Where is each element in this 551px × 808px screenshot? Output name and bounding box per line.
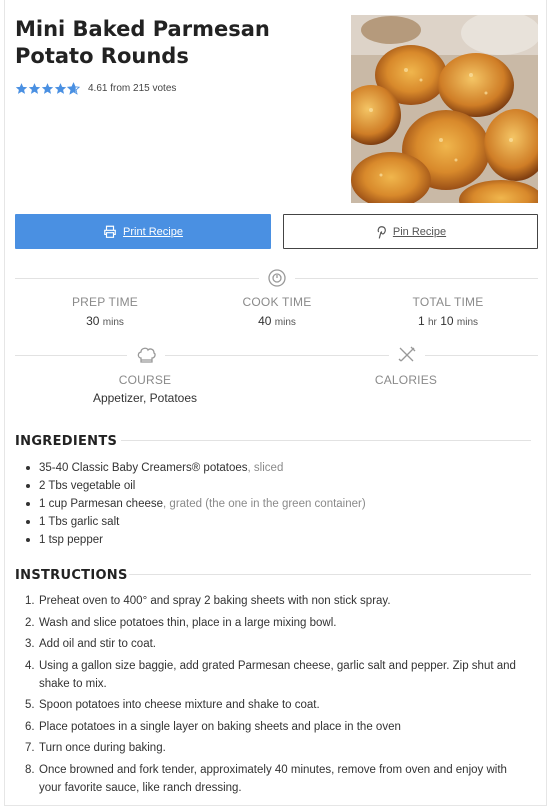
list-item: 5. Spoon potatoes into cheese mixture and… <box>25 696 525 714</box>
total-time-hours-unit: hr <box>427 317 437 328</box>
cook-time-value: 40 mins <box>227 314 327 328</box>
timer-icon <box>268 269 286 287</box>
list-item: 6. Place potatoes in a single layer on ba… <box>25 718 525 736</box>
step-text: Turn once during baking. <box>39 742 166 754</box>
cook-time-unit: mins <box>274 317 296 328</box>
rating-text: 4.61 from 215 votes <box>88 83 177 94</box>
course-value: Appetizer, Potatoes <box>92 391 198 405</box>
total-time-minutes-unit: mins <box>456 317 479 328</box>
list-item: 1 tsp pepper <box>26 531 366 549</box>
recipe-photo <box>351 15 538 203</box>
rating-stars[interactable] <box>15 82 80 95</box>
list-item: 35-40 Classic Baby Creamers® potatoes, s… <box>26 459 366 477</box>
pin-recipe-label: Pin Recipe <box>392 225 447 238</box>
list-item: 1 cup Parmesan cheese, grated (the one i… <box>26 495 366 513</box>
print-recipe-label: Print Recipe <box>123 225 183 238</box>
step-number: 3. <box>25 638 35 650</box>
chef-hat-icon <box>137 347 156 363</box>
instructions-heading: INSTRUCTIONS <box>15 568 128 583</box>
list-item: 3. Add oil and stir to coat. <box>25 635 525 653</box>
prep-time-number: 30 <box>86 314 100 328</box>
divider <box>295 278 538 279</box>
instructions-list: 1. Preheat oven to 400° and spray 2 bakin… <box>25 592 525 800</box>
divider <box>15 355 127 356</box>
step-text: Using a gallon size baggie, add grated P… <box>39 659 516 690</box>
step-number: 1. <box>25 595 35 607</box>
step-text: Wash and slice potatoes thin, place in a… <box>39 616 337 629</box>
step-number: 4. <box>25 659 35 672</box>
divider <box>165 355 389 356</box>
step-text: Place potatoes in a single layer on baki… <box>39 720 401 733</box>
step-number: 2. <box>25 616 35 629</box>
print-recipe-button[interactable]: Print Recipe <box>15 214 271 249</box>
recipe-title: Mini Baked Parmesan Potato Rounds <box>15 17 270 68</box>
step-number: 7. <box>25 742 35 754</box>
star-icon[interactable] <box>15 82 28 95</box>
list-item: 8. Once browned and fork tender, approxim… <box>25 761 525 797</box>
list-item: 1. Preheat oven to 400° and spray 2 bakin… <box>25 592 525 610</box>
list-item: 2. Wash and slice potatoes thin, place in… <box>25 614 525 632</box>
star-icon[interactable] <box>54 82 67 95</box>
ingredient-name: 2 Tbs vegetable oil <box>39 480 136 492</box>
prep-time-unit: mins <box>102 317 124 328</box>
star-half-icon[interactable] <box>67 82 80 95</box>
total-time-value: 1 hr 10 mins <box>388 314 508 328</box>
pin-recipe-button[interactable]: Pin Recipe <box>283 214 538 249</box>
list-item: 7. Turn once during baking. <box>25 739 525 757</box>
step-number: 6. <box>25 720 35 733</box>
ingredient-note: , sliced <box>247 462 284 474</box>
divider <box>15 278 259 279</box>
pinterest-icon <box>377 225 386 239</box>
cook-time-number: 40 <box>258 314 272 328</box>
total-time-minutes: 10 <box>440 314 454 328</box>
ingredient-name: 1 tsp pepper <box>39 534 103 546</box>
ingredient-name: 1 cup Parmesan cheese <box>39 498 164 510</box>
printer-icon <box>104 225 116 238</box>
divider <box>129 574 531 575</box>
ingredient-name: 1 Tbs garlic salt <box>39 516 120 528</box>
ingredients-heading: INGREDIENTS <box>15 434 118 449</box>
calories-label: CALORIES <box>374 373 438 387</box>
step-text: Once browned and fork tender, approximat… <box>39 763 507 794</box>
star-icon[interactable] <box>41 82 54 95</box>
rating[interactable]: 4.61 from 215 votes <box>15 82 176 95</box>
divider <box>121 440 531 441</box>
step-number: 8. <box>25 763 35 776</box>
step-text: Spoon potatoes into cheese mixture and s… <box>39 699 320 711</box>
ingredient-name: 35-40 Classic Baby Creamers® potatoes <box>39 462 248 474</box>
divider <box>425 355 538 356</box>
step-text: Add oil and stir to coat. <box>39 638 156 650</box>
star-icon[interactable] <box>28 82 41 95</box>
fork-knife-icon <box>398 346 416 362</box>
ingredient-note: , grated (the one in the green container… <box>163 498 366 510</box>
list-item: 2 Tbs vegetable oil <box>26 477 366 495</box>
list-item: 1 Tbs garlic salt <box>26 513 366 531</box>
total-time-label: TOTAL TIME <box>412 295 484 309</box>
prep-time-label: PREP TIME <box>71 295 139 309</box>
total-time-hours: 1 <box>417 314 425 328</box>
course-label: COURSE <box>118 373 172 387</box>
step-number: 5. <box>25 699 35 711</box>
step-text: Preheat oven to 400° and spray 2 baking … <box>39 595 391 607</box>
prep-time-value: 30 mins <box>55 314 155 328</box>
cook-time-label: COOK TIME <box>242 295 312 309</box>
list-item: 4. Using a gallon size baggie, add grated… <box>25 657 525 693</box>
ingredients-list: 35-40 Classic Baby Creamers® potatoes, s… <box>26 459 366 549</box>
recipe-card: Mini Baked Parmesan Potato Rounds 4.61 f… <box>4 0 547 806</box>
